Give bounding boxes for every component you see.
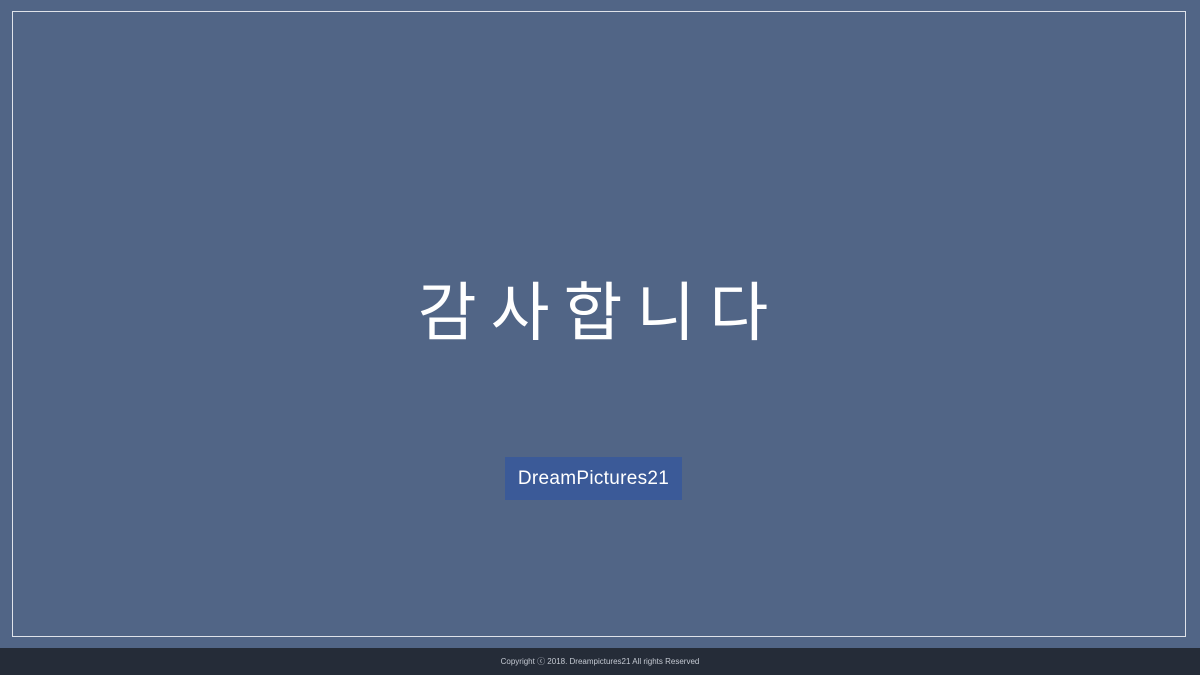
brand-logo-text: DreamPictures21 (517, 467, 670, 489)
slide: 감사합니다 DreamPictures21 (0, 0, 1200, 648)
footer-bar: Copyright ⓒ 2018. Dreampictures21 All ri… (0, 648, 1200, 675)
brand-logo: DreamPictures21 (505, 457, 682, 500)
slide-title: 감사합니다 (417, 277, 783, 351)
copyright-text: Copyright ⓒ 2018. Dreampictures21 All ri… (500, 657, 700, 666)
